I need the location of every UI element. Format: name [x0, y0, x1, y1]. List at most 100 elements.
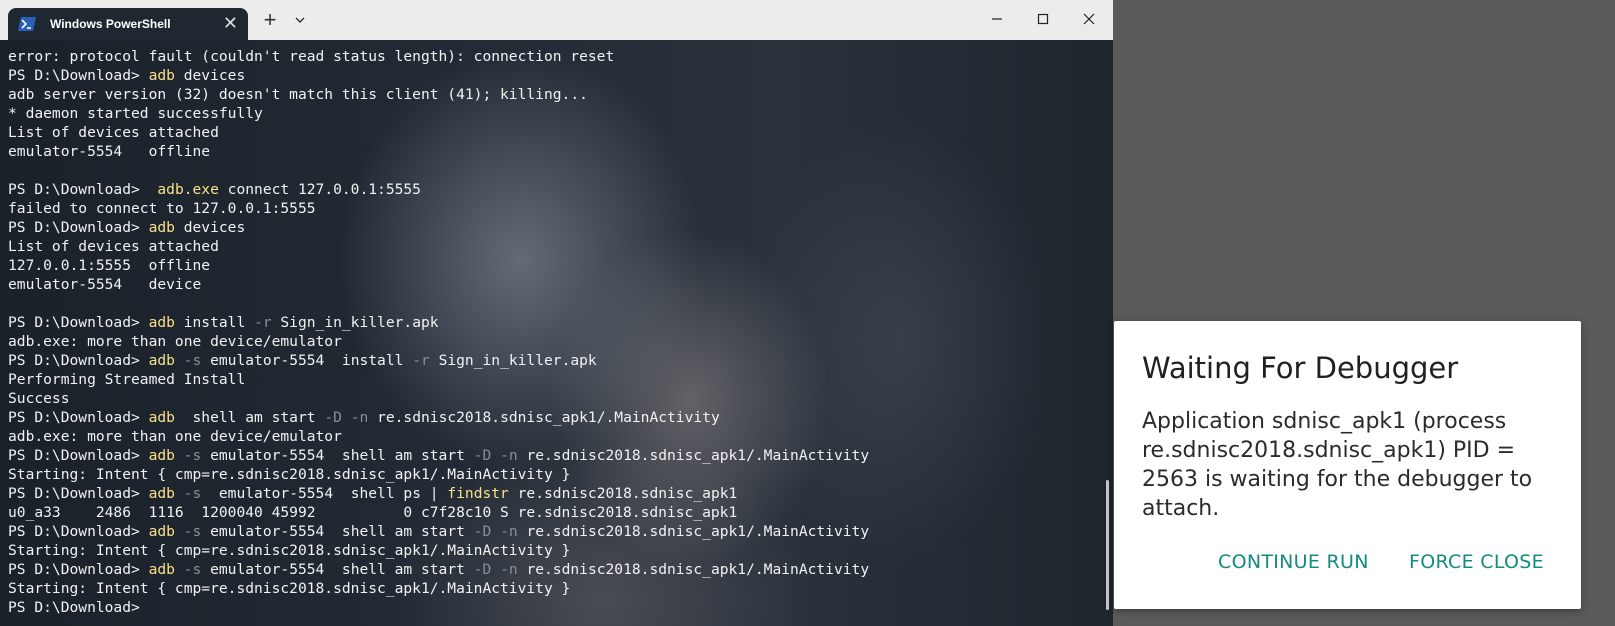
output-text: emulator-5554 shell am start: [201, 561, 474, 578]
output-text: adb.exe: more than one device/emulator: [8, 333, 342, 350]
close-window-button[interactable]: [1066, 4, 1112, 34]
command-token: adb: [148, 561, 175, 578]
command-token: findstr: [447, 485, 509, 502]
output-text: * daemon started successfully: [8, 105, 263, 122]
tab-windows-powershell[interactable]: Windows PowerShell ✕: [8, 8, 248, 40]
output-text: devices: [174, 67, 246, 84]
powershell-window: Windows PowerShell ✕ + error: protocol f…: [0, 0, 1113, 626]
output-text: PS D:\Download>: [8, 314, 149, 331]
flag-token: -n: [500, 523, 518, 540]
output-text: re.sdnisc2018.sdnisc_apk1/.MainActivity: [517, 523, 870, 540]
output-text: devices: [174, 219, 246, 236]
output-text: u0_a33 2486 1116 1200040 45992 0 c7f28c1…: [8, 504, 738, 521]
terminal-scrollbar[interactable]: [1106, 480, 1109, 610]
command-token: adb: [148, 485, 175, 502]
force-close-button[interactable]: FORCE CLOSE: [1409, 551, 1544, 573]
output-text: Sign_in_killer.apk: [429, 352, 597, 369]
terminal-line: PS D:\Download> adb shell am start -D -n…: [8, 408, 1098, 427]
terminal-line: PS D:\Download> adb -s emulator-5554 she…: [8, 484, 1098, 503]
new-tab-button[interactable]: +: [258, 8, 282, 32]
terminal-line: * daemon started successfully: [8, 104, 1098, 123]
command-token: adb: [148, 352, 175, 369]
flag-token: -r: [254, 314, 272, 331]
flag-token: -s: [183, 447, 202, 464]
terminal-line: PS D:\Download> adb -s emulator-5554 she…: [8, 522, 1098, 541]
terminal-line: PS D:\Download> adb devices: [8, 66, 1098, 85]
terminal-output[interactable]: error: protocol fault (couldn't read sta…: [8, 47, 1098, 617]
terminal-line: Starting: Intent { cmp=re.sdnisc2018.sdn…: [8, 579, 1098, 598]
tab-dropdown-button[interactable]: [290, 10, 310, 30]
terminal-line: emulator-5554 offline: [8, 142, 1098, 161]
command-token: adb: [148, 219, 175, 236]
terminal-line: PS D:\Download> adb.exe connect 127.0.0.…: [8, 180, 1098, 199]
output-text: List of devices attached: [8, 124, 219, 141]
output-text: re.sdnisc2018.sdnisc_apk1/.MainActivity: [517, 447, 870, 464]
output-text: emulator-5554 shell am start: [201, 523, 474, 540]
dialog-title: Waiting For Debugger: [1142, 351, 1459, 385]
terminal-line: Starting: Intent { cmp=re.sdnisc2018.sdn…: [8, 541, 1098, 560]
output-text: PS D:\Download>: [8, 561, 149, 578]
waiting-for-debugger-dialog: Waiting For Debugger Application sdnisc_…: [1114, 321, 1581, 609]
output-text: Sign_in_killer.apk: [271, 314, 439, 331]
command-token: adb: [148, 314, 175, 331]
flag-token: -r: [412, 352, 430, 369]
minimize-icon: [992, 18, 1002, 20]
flag-token: -D: [473, 447, 492, 464]
output-text: failed to connect to 127.0.0.1:5555: [8, 200, 316, 217]
terminal-line: Performing Streamed Install: [8, 370, 1098, 389]
output-text: PS D:\Download>: [8, 352, 149, 369]
title-bar[interactable]: Windows PowerShell ✕ +: [0, 0, 1113, 40]
output-text: emulator-5554 device: [8, 276, 202, 293]
terminal-line: error: protocol fault (couldn't read sta…: [8, 47, 1098, 66]
terminal-line: PS D:\Download> adb -s emulator-5554 ins…: [8, 351, 1098, 370]
output-text: Starting: Intent { cmp=re.sdnisc2018.sdn…: [8, 580, 571, 597]
output-text: adb server version (32) doesn't match th…: [8, 86, 588, 103]
dialog-message: Application sdnisc_apk1 (process re.sdni…: [1142, 409, 1533, 521]
flag-token: -D: [324, 409, 342, 426]
flag-token: -s: [183, 352, 202, 369]
tab-close-icon[interactable]: ✕: [223, 13, 238, 34]
terminal-line: 127.0.0.1:5555 offline: [8, 256, 1098, 275]
output-text: re.sdnisc2018.sdnisc_apk1/.MainActivity: [517, 561, 870, 578]
output-text: Performing Streamed Install: [8, 371, 246, 388]
terminal-line: adb server version (32) doesn't match th…: [8, 85, 1098, 104]
output-text: connect 127.0.0.1:5555: [218, 181, 421, 198]
command-token: adb: [148, 447, 175, 464]
output-text: PS D:\Download>: [8, 523, 149, 540]
command-token: adb: [148, 67, 175, 84]
output-text: emulator-5554 install: [201, 352, 413, 369]
flag-token: -s: [183, 561, 202, 578]
powershell-icon: [18, 17, 36, 31]
terminal-line: adb.exe: more than one device/emulator: [8, 332, 1098, 351]
output-text: PS D:\Download>: [8, 485, 149, 502]
terminal-line: PS D:\Download>: [8, 598, 1098, 617]
terminal-line: adb.exe: more than one device/emulator: [8, 427, 1098, 446]
output-text: PS D:\Download>: [8, 67, 149, 84]
maximize-icon: [1037, 13, 1049, 25]
flag-token: -n: [350, 409, 369, 426]
output-text: PS D:\Download>: [8, 409, 149, 426]
output-text: re.sdnisc2018.sdnisc_apk1: [508, 485, 738, 502]
output-text: emulator-5554 shell am start: [201, 447, 474, 464]
terminal-line: PS D:\Download> adb install -r Sign_in_k…: [8, 313, 1098, 332]
flag-token: -s: [183, 485, 202, 502]
output-text: Success: [8, 390, 70, 407]
flag-token: -n: [500, 561, 518, 578]
close-icon: [1083, 13, 1095, 25]
continue-run-button[interactable]: CONTINUE RUN: [1218, 551, 1369, 573]
minimize-button[interactable]: [974, 4, 1020, 34]
output-text: emulator-5554 shell ps |: [201, 485, 448, 502]
output-text: PS D:\Download>: [8, 181, 158, 198]
terminal-line: PS D:\Download> adb devices: [8, 218, 1098, 237]
maximize-button[interactable]: [1020, 4, 1066, 34]
